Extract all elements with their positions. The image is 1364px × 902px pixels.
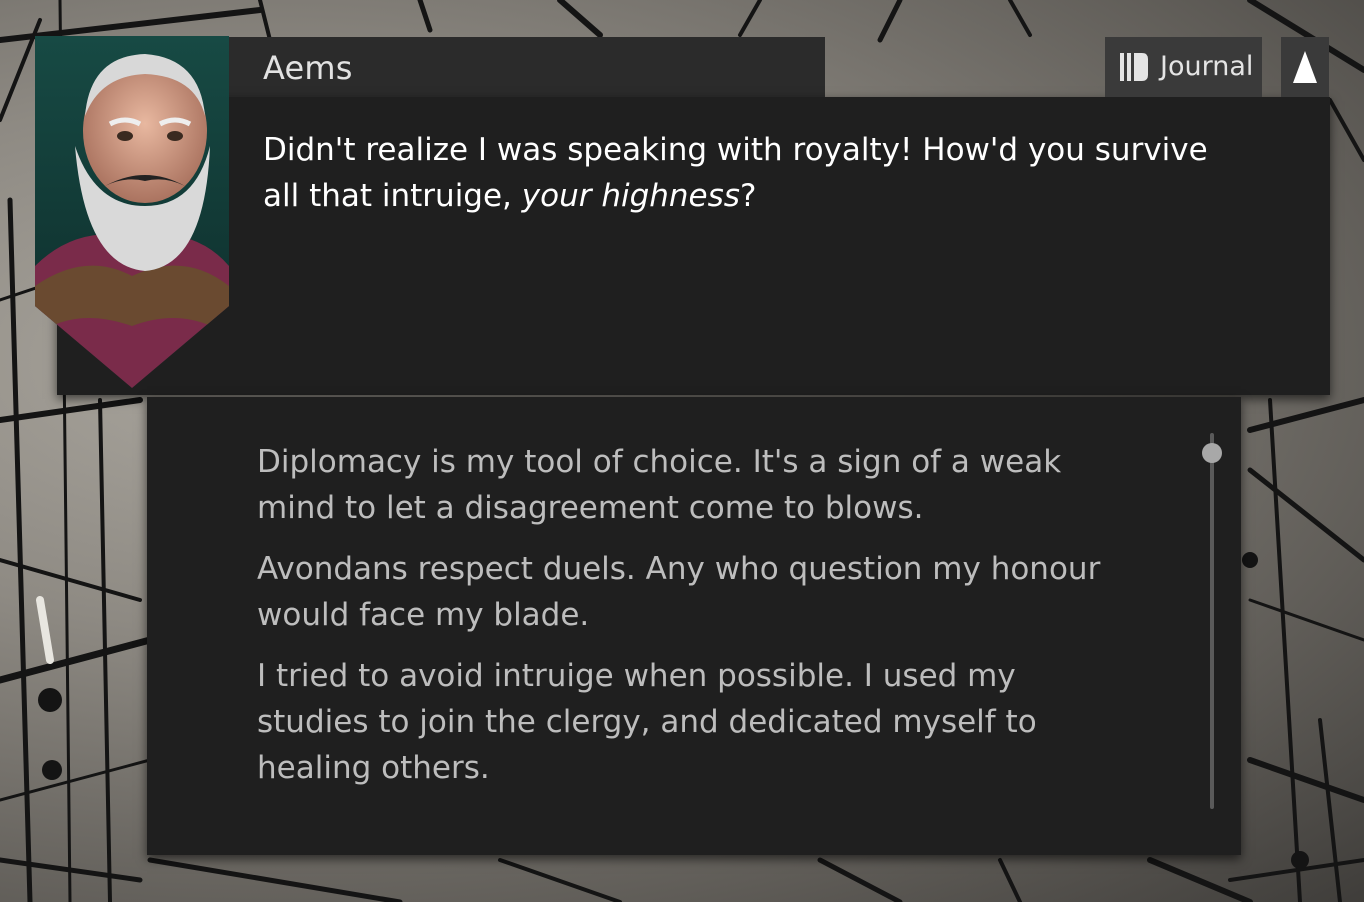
scrollbar-track[interactable] bbox=[1210, 433, 1214, 809]
response-option[interactable]: Avondans respect duels. Any who question… bbox=[257, 546, 1137, 638]
journal-label: Journal bbox=[1160, 51, 1254, 82]
triangle-up-icon bbox=[1293, 51, 1317, 83]
response-list: Diplomacy is my tool of choice. It's a s… bbox=[257, 439, 1137, 806]
response-option[interactable]: I tried to avoid intruige when possible.… bbox=[257, 653, 1137, 791]
scrollbar-thumb[interactable] bbox=[1202, 443, 1222, 463]
response-options-panel: Diplomacy is my tool of choice. It's a s… bbox=[147, 397, 1241, 855]
collapse-button[interactable] bbox=[1281, 37, 1329, 97]
speaker-portrait bbox=[35, 36, 229, 388]
journal-button[interactable]: Journal bbox=[1105, 37, 1262, 97]
speaker-dialogue-text: Didn't realize I was speaking with royal… bbox=[263, 127, 1223, 219]
dialogue-line-end: ? bbox=[739, 178, 757, 214]
speaker-name: Aems bbox=[263, 49, 353, 87]
dialogue-line-emphasis: your highness bbox=[521, 178, 740, 214]
response-option[interactable]: Diplomacy is my tool of choice. It's a s… bbox=[257, 439, 1137, 531]
journal-books-icon bbox=[1120, 53, 1150, 81]
